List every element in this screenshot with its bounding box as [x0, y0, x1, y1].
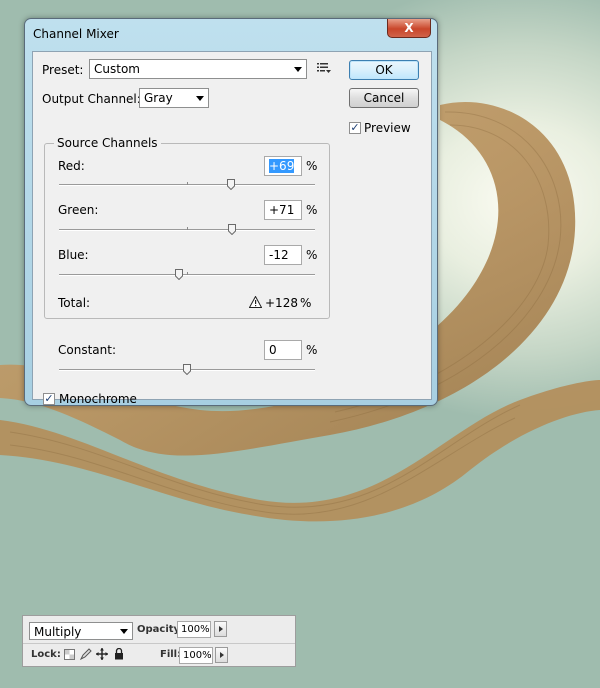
dialog-titlebar[interactable]: Channel Mixer X [25, 19, 437, 49]
monochrome-checkbox[interactable]: ✓ [43, 393, 55, 405]
total-label: Total: [58, 296, 91, 310]
lock-all-icon[interactable] [114, 647, 124, 660]
blue-slider-center-tick [187, 272, 188, 275]
preview-checkbox[interactable]: ✓ [349, 122, 361, 134]
red-label: Red: [58, 159, 85, 173]
fill-slider-button[interactable] [215, 647, 228, 663]
chevron-down-icon [294, 67, 302, 72]
green-unit: % [306, 203, 318, 217]
green-value-input[interactable]: +71 [264, 200, 302, 220]
warning-triangle-icon [248, 295, 263, 308]
cancel-button[interactable]: Cancel [349, 88, 419, 108]
output-channel-dropdown[interactable]: Gray [139, 88, 209, 108]
output-channel-value: Gray [144, 91, 173, 105]
dialog-client-area: Preset: Custom Output Channel: Gray OK C… [32, 51, 432, 406]
preset-label: Preset: [42, 63, 84, 77]
preset-value: Custom [94, 62, 140, 76]
lock-position-icon[interactable] [96, 648, 108, 660]
red-unit: % [306, 159, 318, 173]
fill-label: Fill: [160, 649, 182, 660]
blue-label: Blue: [58, 248, 89, 262]
dialog-title: Channel Mixer [33, 27, 119, 41]
chevron-down-icon [120, 629, 128, 634]
preview-label: Preview [364, 121, 411, 135]
constant-label: Constant: [58, 343, 116, 357]
preset-options-icon[interactable] [317, 62, 331, 74]
blend-mode-value: Multiply [34, 625, 82, 639]
channel-mixer-dialog: Channel Mixer X Preset: Custom Output Ch… [24, 18, 438, 406]
output-channel-label: Output Channel: [42, 92, 141, 106]
preset-dropdown[interactable]: Custom [89, 59, 307, 79]
green-slider-thumb[interactable] [228, 224, 237, 235]
monochrome-label: Monochrome [59, 392, 137, 406]
source-channels-title: Source Channels [54, 136, 161, 150]
lock-transparent-pixels-icon[interactable] [64, 649, 75, 660]
layers-panel-options: Multiply Opacity: 100% Lock: Fill: 100% [22, 615, 296, 667]
total-value: +128 [265, 296, 298, 310]
blue-value-input[interactable]: -12 [264, 245, 302, 265]
opacity-slider-button[interactable] [214, 621, 227, 637]
blue-unit: % [306, 248, 318, 262]
blue-slider-thumb[interactable] [175, 269, 184, 280]
constant-unit: % [306, 343, 318, 357]
constant-value-input[interactable]: 0 [264, 340, 302, 360]
green-slider-center-tick [187, 227, 188, 230]
fill-input[interactable]: 100% [179, 647, 213, 664]
total-unit: % [300, 296, 312, 310]
lock-label: Lock: [31, 649, 61, 660]
lock-image-pixels-icon[interactable] [79, 648, 92, 661]
close-button[interactable]: X [387, 19, 431, 38]
ok-button[interactable]: OK [349, 60, 419, 80]
red-slider-center-tick [187, 182, 188, 185]
green-label: Green: [58, 203, 99, 217]
red-slider-thumb[interactable] [227, 179, 236, 190]
chevron-down-icon [196, 96, 204, 101]
blend-mode-dropdown[interactable]: Multiply [29, 622, 133, 640]
panel-divider [23, 643, 295, 644]
constant-slider-thumb[interactable] [183, 364, 191, 375]
red-value-input[interactable]: +69 [264, 156, 302, 176]
opacity-input[interactable]: 100% [177, 621, 211, 638]
